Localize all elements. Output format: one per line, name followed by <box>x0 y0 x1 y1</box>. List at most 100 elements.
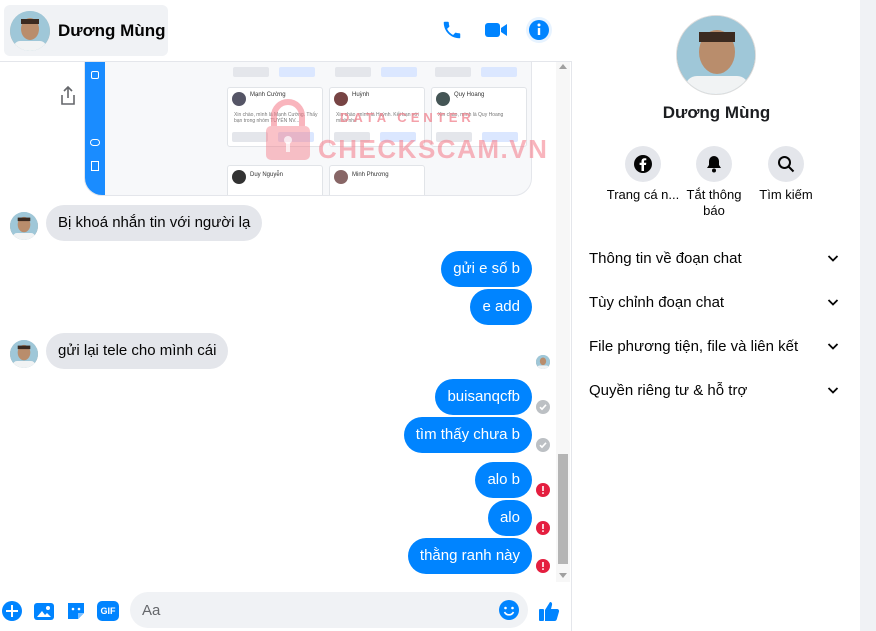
section-label: Thông tin về đoạn chat <box>589 249 742 267</box>
share-icon[interactable] <box>56 84 80 108</box>
section-label: Quyền riêng tư & hỗ trợ <box>589 381 748 399</box>
screenshot-cloud-icon <box>90 139 100 146</box>
accept-button <box>278 132 314 142</box>
search-action[interactable]: Tìm kiếm <box>746 146 826 203</box>
accept-button <box>279 67 315 77</box>
contact-avatar <box>10 10 50 51</box>
contact-name: Dương Mùng <box>58 20 166 40</box>
card-name: Duy Nguyễn <box>250 172 284 178</box>
search-icon[interactable] <box>768 146 804 182</box>
action-label: Tìm kiếm <box>759 187 813 202</box>
card-avatar <box>436 92 450 106</box>
chevron-down-icon <box>827 255 839 262</box>
card-avatar <box>334 92 348 106</box>
screenshot-box-icon <box>91 161 99 171</box>
card-name: Quy Hoang <box>454 92 485 98</box>
outgoing-message[interactable]: buisanqcfb <box>435 379 532 415</box>
seen-avatar <box>536 355 550 369</box>
gif-icon[interactable]: GIF <box>97 600 119 622</box>
outgoing-message[interactable]: alo b <box>475 462 532 498</box>
card-text: Xin chào, mình là Quy Hoang <box>438 112 504 118</box>
outgoing-message[interactable]: e add <box>470 289 532 325</box>
gif-label: GIF <box>97 601 119 621</box>
message-list: Mạnh Cường Xin chào, mình là Mạnh Cường.… <box>0 62 572 582</box>
outgoing-message[interactable]: gửi e số b <box>441 251 532 287</box>
chat-header: Dương Mùng <box>0 0 572 62</box>
decline-button <box>435 67 471 77</box>
emoji-icon[interactable] <box>498 599 520 621</box>
scroll-up-arrow-icon[interactable] <box>559 64 567 69</box>
accept-button <box>481 67 517 77</box>
facebook-icon[interactable] <box>625 146 661 182</box>
message-composer: GIF <box>0 590 572 631</box>
info-icon[interactable] <box>525 16 553 44</box>
section-label: Tùy chỉnh đoạn chat <box>589 293 725 311</box>
message-input[interactable] <box>130 592 528 628</box>
action-label: Trang cá n... <box>606 187 680 202</box>
contact-avatar-small[interactable] <box>10 340 38 368</box>
photo-icon[interactable] <box>33 600 55 622</box>
contact-chip[interactable]: Dương Mùng <box>4 5 168 56</box>
failed-alert-icon[interactable] <box>536 521 550 535</box>
chat-scrollbar[interactable] <box>556 62 570 582</box>
screenshot-video-icon <box>91 71 99 79</box>
chevron-down-icon <box>827 343 839 350</box>
info-panel-scrollbar[interactable] <box>860 0 876 631</box>
scroll-down-arrow-icon[interactable] <box>559 573 567 578</box>
screenshot-friend-card: Minh Phương <box>329 165 425 195</box>
section-privacy-support[interactable]: Quyền riêng tư & hỗ trợ <box>589 376 839 404</box>
outgoing-message[interactable]: thằng ranh này <box>407 538 532 574</box>
section-chat-info[interactable]: Thông tin về đoạn chat <box>589 244 839 272</box>
scroll-thumb[interactable] <box>558 454 568 564</box>
section-media-files-links[interactable]: File phương tiện, file và liên kết <box>589 332 839 360</box>
thumbs-up-icon[interactable] <box>536 598 562 624</box>
chevron-down-icon <box>827 299 839 306</box>
screenshot-friend-card: Huỳnh Xin chào, mình là Huỳnh. Kết bạn v… <box>329 87 425 147</box>
shared-screenshot-image[interactable]: Mạnh Cường Xin chào, mình là Mạnh Cường.… <box>84 62 532 196</box>
card-text: Xin chào, mình là Huỳnh. Kết bạn với mìn… <box>336 112 419 124</box>
failed-alert-icon[interactable] <box>536 559 550 573</box>
video-camera-icon[interactable] <box>482 16 510 44</box>
accept-button <box>380 132 416 142</box>
action-label: Tắt thông báo <box>686 187 742 218</box>
chevron-down-icon <box>827 387 839 394</box>
screenshot-card-buttons <box>229 63 325 77</box>
decline-button <box>232 132 268 142</box>
card-name: Mạnh Cường <box>250 92 286 98</box>
card-name: Minh Phương <box>352 172 389 178</box>
decline-button <box>335 67 371 77</box>
screenshot-friend-card: Quy Hoang Xin chào, mình là Quy Hoang <box>431 87 527 147</box>
mute-action[interactable]: Tắt thông báo <box>674 146 754 219</box>
sent-check-icon <box>536 438 550 452</box>
card-avatar <box>232 92 246 106</box>
incoming-message[interactable]: gửi lại tele cho mình cái <box>46 333 229 369</box>
chat-pane: Dương Mùng Mạnh Cường Xin chào, mình là … <box>0 0 572 631</box>
failed-alert-icon[interactable] <box>536 483 550 497</box>
screenshot-friend-card: Duy Nguyễn <box>227 165 323 195</box>
screenshot-friend-card: Mạnh Cường Xin chào, mình là Mạnh Cường.… <box>227 87 323 147</box>
screenshot-sidebar <box>85 62 105 195</box>
bell-icon[interactable] <box>696 146 732 182</box>
card-name: Huỳnh <box>352 92 370 98</box>
phone-icon[interactable] <box>438 16 466 44</box>
decline-button <box>233 67 269 77</box>
profile-name: Dương Mùng <box>662 103 771 122</box>
accept-button <box>381 67 417 77</box>
section-customize-chat[interactable]: Tùy chỉnh đoạn chat <box>589 288 839 316</box>
outgoing-message[interactable]: alo <box>487 500 532 536</box>
profile-avatar[interactable] <box>676 15 756 95</box>
section-label: File phương tiện, file và liên kết <box>589 337 799 355</box>
card-avatar <box>334 170 348 184</box>
accept-button <box>482 132 518 142</box>
contact-avatar-small[interactable] <box>10 212 38 240</box>
incoming-message[interactable]: Bị khoá nhắn tin với người lạ <box>46 205 263 241</box>
card-text: Xin chào, mình là Mạnh Cường. Thấy bạn t… <box>234 112 318 124</box>
decline-button <box>334 132 370 142</box>
sticker-icon[interactable] <box>65 600 87 622</box>
sent-check-icon <box>536 400 550 414</box>
outgoing-message[interactable]: tìm thấy chưa b <box>403 417 532 453</box>
plus-circle-icon[interactable] <box>1 600 23 622</box>
decline-button <box>436 132 472 142</box>
card-avatar <box>232 170 246 184</box>
profile-action[interactable]: Trang cá n... <box>603 146 683 203</box>
